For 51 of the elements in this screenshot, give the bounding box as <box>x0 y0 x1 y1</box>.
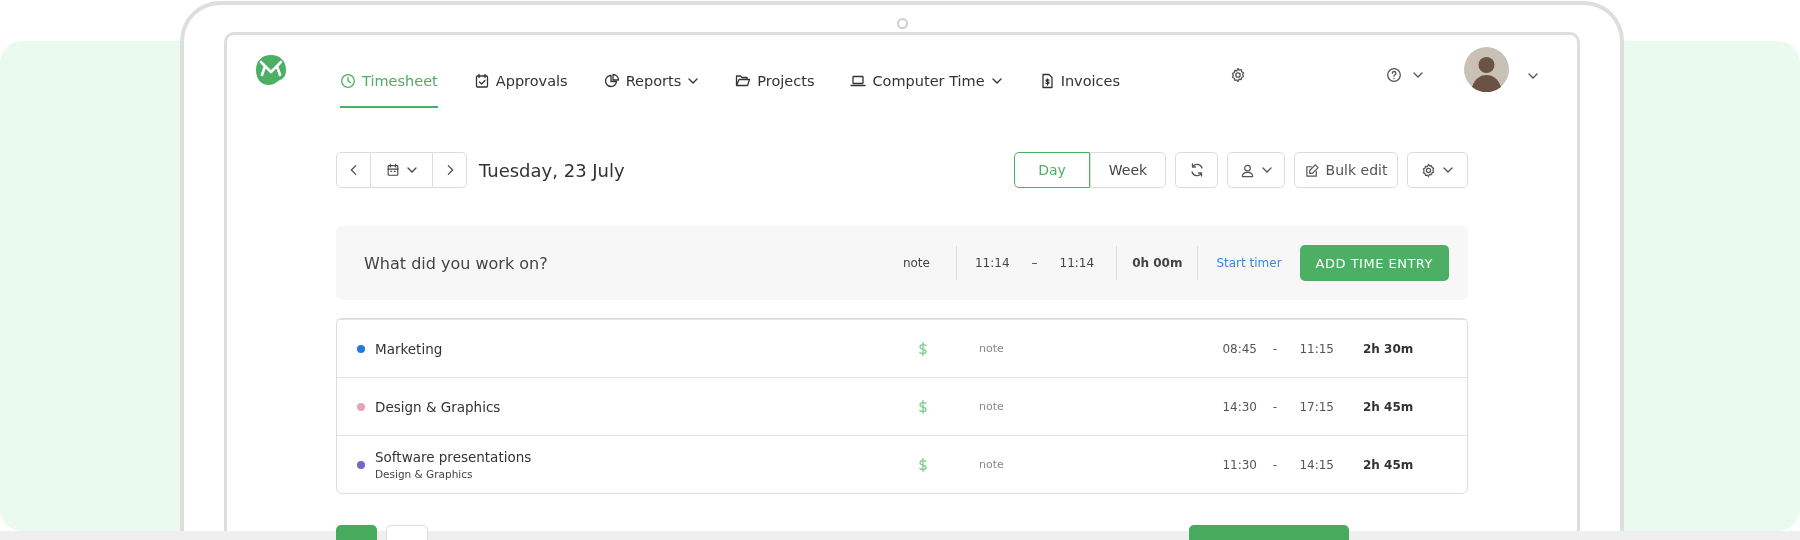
client-name: Design & Graphics <box>375 468 474 480</box>
settings-icon <box>1421 162 1436 178</box>
avatar-icon[interactable] <box>1464 47 1510 92</box>
duration-text: 2h 45m <box>1363 457 1415 472</box>
time-separator: - <box>1271 341 1279 356</box>
description-field[interactable]: What did you work on? <box>362 252 903 274</box>
end-time-field[interactable]: 11:14 <box>1059 256 1095 270</box>
nav-tab[interactable]: Reports <box>603 35 700 108</box>
folder-icon <box>735 72 752 89</box>
time-separator: - <box>1271 457 1279 472</box>
clock-icon <box>340 72 356 89</box>
current-date: Tuesday, 23 July <box>479 159 625 181</box>
calendar-icon <box>385 163 400 177</box>
duration-text: 2h 30m <box>1363 341 1415 356</box>
refresh-button[interactable] <box>1175 152 1218 188</box>
duration-text: 2h 45m <box>1363 399 1415 414</box>
edit-icon <box>1304 162 1320 178</box>
help-icon[interactable] <box>1386 67 1403 83</box>
pie-chart-icon <box>603 72 620 89</box>
calendar-button[interactable] <box>371 152 432 188</box>
user-icon <box>1239 162 1255 178</box>
user-filter-button[interactable] <box>1227 152 1285 188</box>
note-text[interactable]: note <box>979 400 1187 413</box>
nav-tab[interactable]: Projects <box>735 35 815 108</box>
calendar-check-icon <box>473 72 490 89</box>
start-timer-link[interactable]: Start timer <box>1216 256 1282 270</box>
start-time[interactable]: 08:45 <box>1187 341 1257 356</box>
time-separator: – <box>1031 256 1038 270</box>
note-text[interactable]: note <box>979 458 1187 471</box>
note-field[interactable]: note <box>902 256 930 270</box>
duration-field[interactable]: 0h 00m <box>1132 256 1183 270</box>
note-text[interactable]: note <box>979 342 1187 355</box>
project-name: Marketing <box>375 340 444 357</box>
end-time[interactable]: 17:15 <box>1293 399 1334 414</box>
time-separator: - <box>1271 399 1279 414</box>
project-name: Software presentations <box>375 449 533 465</box>
bulk-edit-button[interactable]: Bulk edit <box>1294 152 1398 188</box>
settings-button[interactable] <box>1407 152 1468 188</box>
project-name: Design & Graphics <box>375 398 502 415</box>
settings-icon[interactable] <box>1230 67 1247 83</box>
logo-icon[interactable] <box>254 53 288 87</box>
nav-tab[interactable]: Computer Time <box>850 35 1003 108</box>
start-time-field[interactable]: 11:14 <box>974 256 1010 270</box>
start-time[interactable]: 11:30 <box>1187 457 1257 472</box>
camera-icon <box>896 18 908 29</box>
nav-tab[interactable]: Approvals <box>473 35 568 108</box>
start-time[interactable]: 14:30 <box>1187 399 1257 414</box>
view-tab[interactable]: Week <box>1090 152 1166 188</box>
end-time[interactable]: 14:15 <box>1293 457 1334 472</box>
end-time[interactable]: 11:15 <box>1293 341 1334 356</box>
nav-tab[interactable]: Invoices <box>1038 35 1121 108</box>
